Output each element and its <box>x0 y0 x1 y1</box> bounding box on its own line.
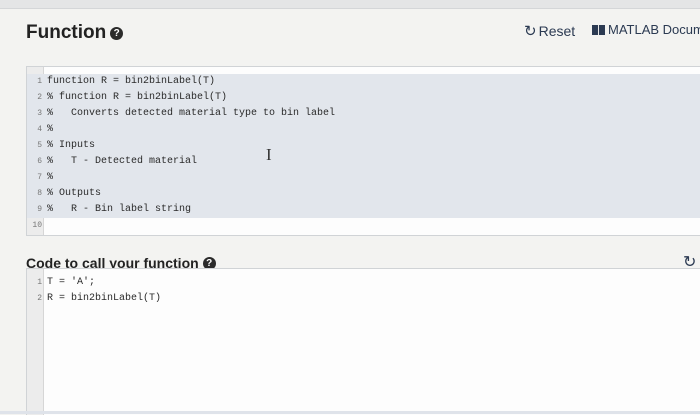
line-number: 9 <box>37 205 42 214</box>
code-line[interactable]: 9 % R - Bin label string <box>27 202 700 218</box>
code-text: % Inputs <box>47 140 96 151</box>
code-line[interactable]: 6 % T - Detected material <box>27 154 700 170</box>
docs-label: MATLAB Docume <box>608 22 700 37</box>
code-text: % <box>47 124 54 135</box>
line-number: 1 <box>37 278 42 287</box>
line-number: 1 <box>37 77 42 86</box>
line-number: 5 <box>37 141 42 150</box>
code-text: % <box>47 172 54 183</box>
line-number: 6 <box>37 157 42 166</box>
book-icon <box>592 25 605 35</box>
code-text: % Converts detected material type to bin… <box>47 108 336 119</box>
code-line[interactable]: 4% <box>27 122 700 138</box>
reset-label: Reset <box>538 23 576 39</box>
code-text: function R = bin2binLabel(T) <box>47 76 216 87</box>
code-line[interactable]: 5 % Inputs <box>27 138 700 154</box>
line-number: 4 <box>37 125 42 134</box>
line-number: 2 <box>37 93 42 102</box>
code-text: % T - Detected material <box>47 156 198 167</box>
line-number: 8 <box>37 189 42 198</box>
matlab-docs-link[interactable]: MATLAB Docume <box>592 22 700 37</box>
code-text: % Outputs <box>47 188 102 199</box>
code-line[interactable]: 1 T = 'A'; <box>27 275 700 291</box>
code-line[interactable]: 1 function R = bin2binLabel(T) <box>27 74 700 90</box>
code-line[interactable]: 3 % Converts detected material type to bi… <box>27 106 700 122</box>
code-text: % function R = bin2binLabel(T) <box>47 92 228 103</box>
function-header: Function? ↻Reset MATLAB Docume <box>0 9 700 55</box>
refresh-icon: ↻ <box>524 23 537 40</box>
page-title: Function? <box>26 22 124 44</box>
text-cursor-icon: I <box>266 145 272 164</box>
code-line[interactable]: 7% <box>27 170 700 186</box>
code-line[interactable]: 10 <box>27 218 700 234</box>
page-title-label: Function <box>26 22 107 43</box>
line-number: 7 <box>37 173 42 182</box>
code-text: R = bin2binLabel(T) <box>47 293 162 304</box>
line-number: 2 <box>37 294 42 303</box>
code-line[interactable]: 2 R = bin2binLabel(T) <box>27 291 700 307</box>
top-divider <box>0 0 700 9</box>
code-text: % R - Bin label string <box>47 204 192 215</box>
function-code-editor[interactable]: 1 function R = bin2binLabel(T) 2 % functio… <box>26 66 700 236</box>
call-code-editor[interactable]: 1 T = 'A'; 2 R = bin2binLabel(T) <box>26 268 700 415</box>
line-number: 10 <box>32 221 42 230</box>
code-line[interactable]: 8 % Outputs <box>27 186 700 202</box>
code-text: T = 'A'; <box>47 277 96 288</box>
code-line[interactable]: 2 % function R = bin2binLabel(T) <box>27 90 700 106</box>
line-number: 3 <box>37 109 42 118</box>
help-icon[interactable]: ? <box>110 27 124 40</box>
reset-button[interactable]: ↻ Reset <box>524 22 575 40</box>
